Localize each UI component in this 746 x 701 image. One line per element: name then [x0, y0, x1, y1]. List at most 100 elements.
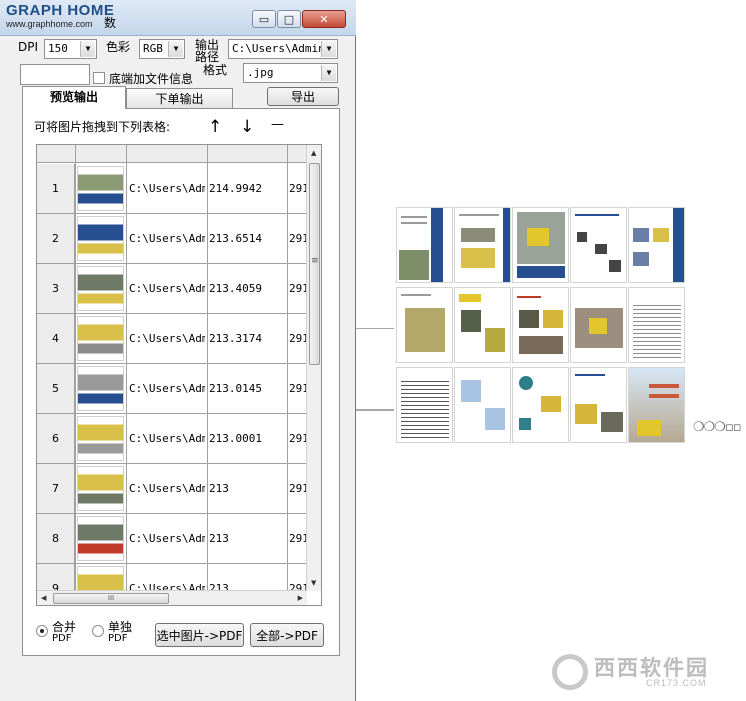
preview-page-thumbnail: [570, 367, 627, 443]
size-value-cell: 213.4059: [209, 282, 262, 295]
format-select[interactable]: .jpg ▼: [243, 63, 338, 83]
close-icon: ✕: [319, 12, 329, 26]
scroll-down-icon[interactable]: ▼: [311, 579, 316, 587]
drag-hint: 可将图片拖拽到下列表格:: [34, 120, 171, 134]
size-value-cell: 213.3174: [209, 332, 262, 345]
output-path-select[interactable]: C:\Users\Admini ▼: [228, 39, 338, 59]
app-window: GRAPH HOME www.graphhome.com 数 ▭ □ ✕ DPI…: [0, 0, 356, 701]
preview-page-thumbnail: [396, 367, 453, 443]
maximize-icon: □: [283, 12, 295, 26]
scroll-grip-icon: ≡: [311, 256, 319, 266]
preview-page-thumbnail: [570, 287, 627, 363]
minimize-icon: ▭: [258, 12, 270, 26]
file-path-cell: C:\Users\Admi: [129, 282, 205, 295]
output-path-value: C:\Users\Admini: [232, 42, 332, 55]
color-label: 色彩: [106, 40, 131, 54]
dpi-select[interactable]: 150 ▼: [44, 39, 97, 59]
extra-value-cell: 291: [289, 332, 307, 345]
merge-pdf-radio[interactable]: [36, 625, 48, 637]
table-row[interactable]: 8 C:\Users\Admi 213 291: [37, 514, 307, 564]
size-value-cell: 213: [209, 532, 229, 545]
output-path-label-2: 路径: [195, 50, 220, 64]
export-button[interactable]: 导出: [267, 87, 339, 106]
page-thumbnail: [77, 166, 124, 211]
row-index: 2: [37, 214, 75, 263]
preview-page-thumbnail: [454, 287, 511, 363]
extra-value-cell: 291: [289, 532, 307, 545]
horizontal-scroll-thumb[interactable]: III: [53, 593, 169, 604]
file-path-cell: C:\Users\Admi: [129, 232, 205, 245]
size-value-cell: 213.0001: [209, 432, 262, 445]
remove-button[interactable]: —: [271, 116, 284, 134]
preview-page-thumbnail: [628, 367, 685, 443]
size-value-cell: 213.6514: [209, 232, 262, 245]
logo-sub-text: www.graphhome.com: [6, 19, 93, 29]
logo-main-text: GRAPH HOME: [6, 2, 115, 19]
extra-value-cell: 291: [289, 482, 307, 495]
row-index: 8: [37, 514, 75, 563]
color-select[interactable]: RGB ▼: [139, 39, 185, 59]
minus-icon: —: [271, 117, 284, 132]
file-path-cell: C:\Users\Admi: [129, 182, 205, 195]
table-row[interactable]: 5 C:\Users\Admi 213.0145 291: [37, 364, 307, 414]
chevron-down-icon: ▼: [321, 41, 336, 57]
imposition-preview: [394, 205, 690, 443]
extra-value-cell: 291: [289, 282, 307, 295]
extra-value-cell: 291: [289, 382, 307, 395]
bubbles-icon: ❍❍❍▫▫: [693, 420, 742, 435]
minimize-button[interactable]: ▭: [252, 10, 276, 28]
table-row[interactable]: 2 C:\Users\Admi 213.6514 291: [37, 214, 307, 264]
footer-info-label: 底端加文件信息: [109, 72, 194, 86]
preview-page-thumbnail: [396, 287, 453, 363]
all-to-pdf-button[interactable]: 全部->PDF: [250, 623, 324, 647]
row-index: 5: [37, 364, 75, 413]
merge-pdf-label-2: PDF: [52, 633, 72, 644]
maximize-button[interactable]: □: [277, 10, 301, 28]
preview-page-thumbnail: [512, 287, 569, 363]
connector-line: [356, 328, 394, 329]
page-thumbnail: [77, 366, 124, 411]
close-button[interactable]: ✕: [302, 10, 346, 28]
footer-info-checkbox[interactable]: [93, 72, 105, 84]
row-index: 3: [37, 264, 75, 313]
scroll-up-icon[interactable]: ▲: [311, 149, 316, 157]
single-pdf-radio[interactable]: [92, 625, 104, 637]
vertical-scroll-thumb[interactable]: ≡: [309, 163, 320, 365]
tab-order-output[interactable]: 下单输出: [126, 88, 233, 109]
scroll-grip-icon: III: [107, 594, 115, 602]
preview-page-thumbnail: [512, 207, 569, 283]
move-down-button[interactable]: ↓: [240, 118, 254, 136]
preview-page-thumbnail: [454, 207, 511, 283]
vertical-scrollbar[interactable]: ▲ ≡ ▼: [306, 145, 321, 591]
footer-info-input[interactable]: [20, 64, 90, 85]
table-row[interactable]: 6 C:\Users\Admi 213.0001 291: [37, 414, 307, 464]
move-up-button[interactable]: ↑: [208, 118, 222, 136]
preview-page-thumbnail: [628, 287, 685, 363]
size-value-cell: 213: [209, 482, 229, 495]
page-thumbnail: [77, 316, 124, 361]
preview-page-thumbnail: [396, 207, 453, 283]
file-path-cell: C:\Users\Admi: [129, 482, 205, 495]
arrow-down-icon: ↓: [240, 117, 255, 137]
page-thumbnail: [77, 266, 124, 311]
table-row[interactable]: 4 C:\Users\Admi 213.3174 291: [37, 314, 307, 364]
scroll-right-icon[interactable]: ▶: [298, 594, 303, 602]
selected-to-pdf-button[interactable]: 选中图片->PDF: [155, 623, 244, 647]
color-value: RGB: [143, 42, 163, 55]
preview-page-thumbnail: [570, 207, 627, 283]
image-table[interactable]: 1C:\Users\Admi214.99422912C:\Users\Admi2…: [36, 144, 322, 606]
table-row[interactable]: 1 C:\Users\Admi 214.9942 291: [37, 164, 307, 214]
row-index: 1: [37, 164, 75, 213]
table-row[interactable]: 3 C:\Users\Admi 213.4059 291: [37, 264, 307, 314]
preview-page-thumbnail: [628, 207, 685, 283]
watermark-site-url: CR173.COM: [646, 678, 707, 688]
title-bar[interactable]: GRAPH HOME www.graphhome.com 数 ▭ □ ✕: [0, 0, 356, 36]
site-watermark: 西西软件园 CR173.COM: [548, 650, 744, 694]
watermark-logo-icon: [552, 654, 588, 690]
page-thumbnail: [77, 516, 124, 561]
scroll-left-icon[interactable]: ◀: [41, 594, 46, 602]
tab-preview-output[interactable]: 预览输出: [22, 86, 126, 109]
table-row[interactable]: 7 C:\Users\Admi 213 291: [37, 464, 307, 514]
horizontal-scrollbar[interactable]: ◀ III ▶: [37, 590, 307, 605]
file-path-cell: C:\Users\Admi: [129, 432, 205, 445]
